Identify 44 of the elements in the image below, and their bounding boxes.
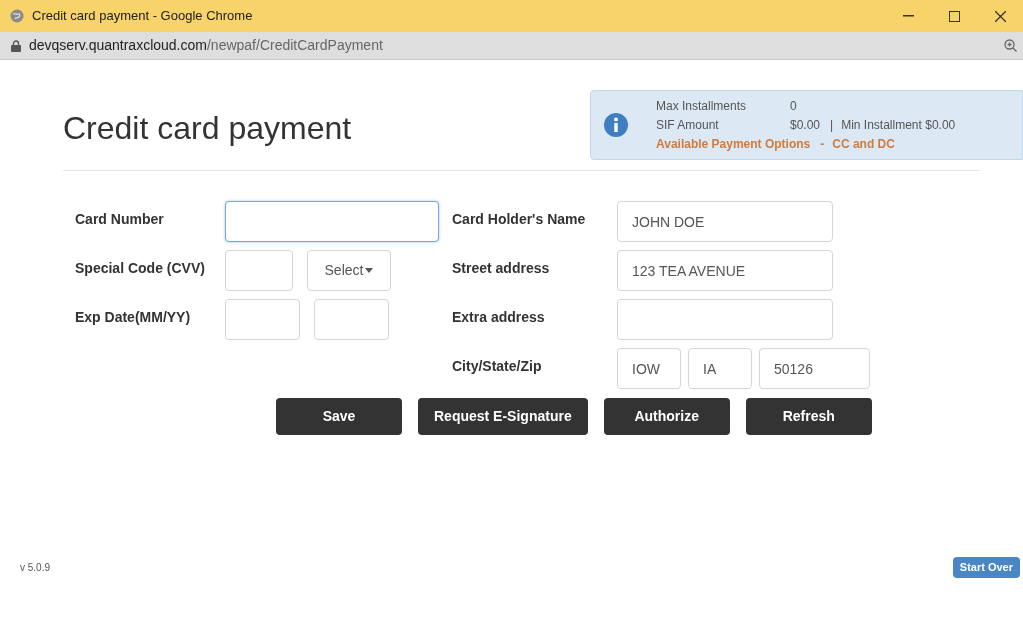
minimize-icon bbox=[902, 15, 914, 17]
field-label: City/State/Zip bbox=[452, 357, 543, 376]
payment-options-dash: - bbox=[820, 136, 825, 152]
action-button[interactable]: Save bbox=[276, 398, 402, 435]
field-label: Special Code (CVV) bbox=[75, 259, 206, 278]
input-field[interactable]: IOW bbox=[617, 348, 681, 389]
info-value: 0 bbox=[790, 98, 797, 114]
action-button[interactable]: Request E-Signature bbox=[418, 398, 588, 435]
start-over-button[interactable]: Start Over bbox=[952, 557, 1020, 578]
field-label: Exp Date(MM/YY) bbox=[75, 308, 192, 327]
input-field[interactable]: IA bbox=[688, 348, 752, 389]
input-field[interactable]: 50126 bbox=[759, 348, 870, 389]
payment-options-label: Available Payment Options bbox=[656, 136, 811, 152]
close-icon bbox=[994, 10, 1006, 22]
info-value: $0.00 bbox=[790, 117, 821, 133]
url-text[interactable]: devqserv.quantraxcloud.com/newpaf/CreditCardPayment bbox=[29, 35, 383, 56]
field-label: Card Holder's Name bbox=[452, 210, 587, 229]
info-value: Min Installment $0.00 bbox=[841, 117, 956, 133]
input-field[interactable]: 123 TEA AVENUE bbox=[617, 250, 833, 291]
input-field[interactable] bbox=[225, 250, 293, 291]
caret-icon bbox=[365, 268, 374, 273]
version-text: v 5.0.9 bbox=[20, 561, 51, 575]
select-dropdown[interactable]: Select bbox=[307, 250, 391, 291]
action-button[interactable]: Authorize bbox=[603, 398, 730, 435]
lock-icon bbox=[11, 39, 21, 52]
input-field[interactable] bbox=[314, 299, 389, 340]
field-label: Street address bbox=[452, 259, 551, 278]
page-title: Credit card payment bbox=[63, 109, 352, 148]
input-field[interactable]: JOHN DOE bbox=[617, 201, 833, 242]
globe-icon bbox=[10, 9, 24, 23]
info-icon bbox=[604, 113, 628, 137]
maximize-icon bbox=[948, 10, 960, 22]
input-field[interactable] bbox=[225, 299, 300, 340]
info-separator: | bbox=[830, 117, 834, 133]
info-label: SIF Amount bbox=[656, 117, 720, 133]
zoom-icon[interactable] bbox=[1004, 39, 1017, 52]
window-title: Credit card payment - Google Chrome bbox=[32, 7, 253, 26]
field-label: Card Number bbox=[75, 210, 165, 229]
input-field[interactable] bbox=[225, 201, 439, 242]
input-field[interactable] bbox=[617, 299, 833, 340]
action-button[interactable]: Refresh bbox=[745, 398, 872, 435]
field-label: Extra address bbox=[452, 308, 546, 327]
payment-options-value: CC and DC bbox=[832, 136, 895, 152]
info-label: Max Installments bbox=[656, 98, 748, 114]
